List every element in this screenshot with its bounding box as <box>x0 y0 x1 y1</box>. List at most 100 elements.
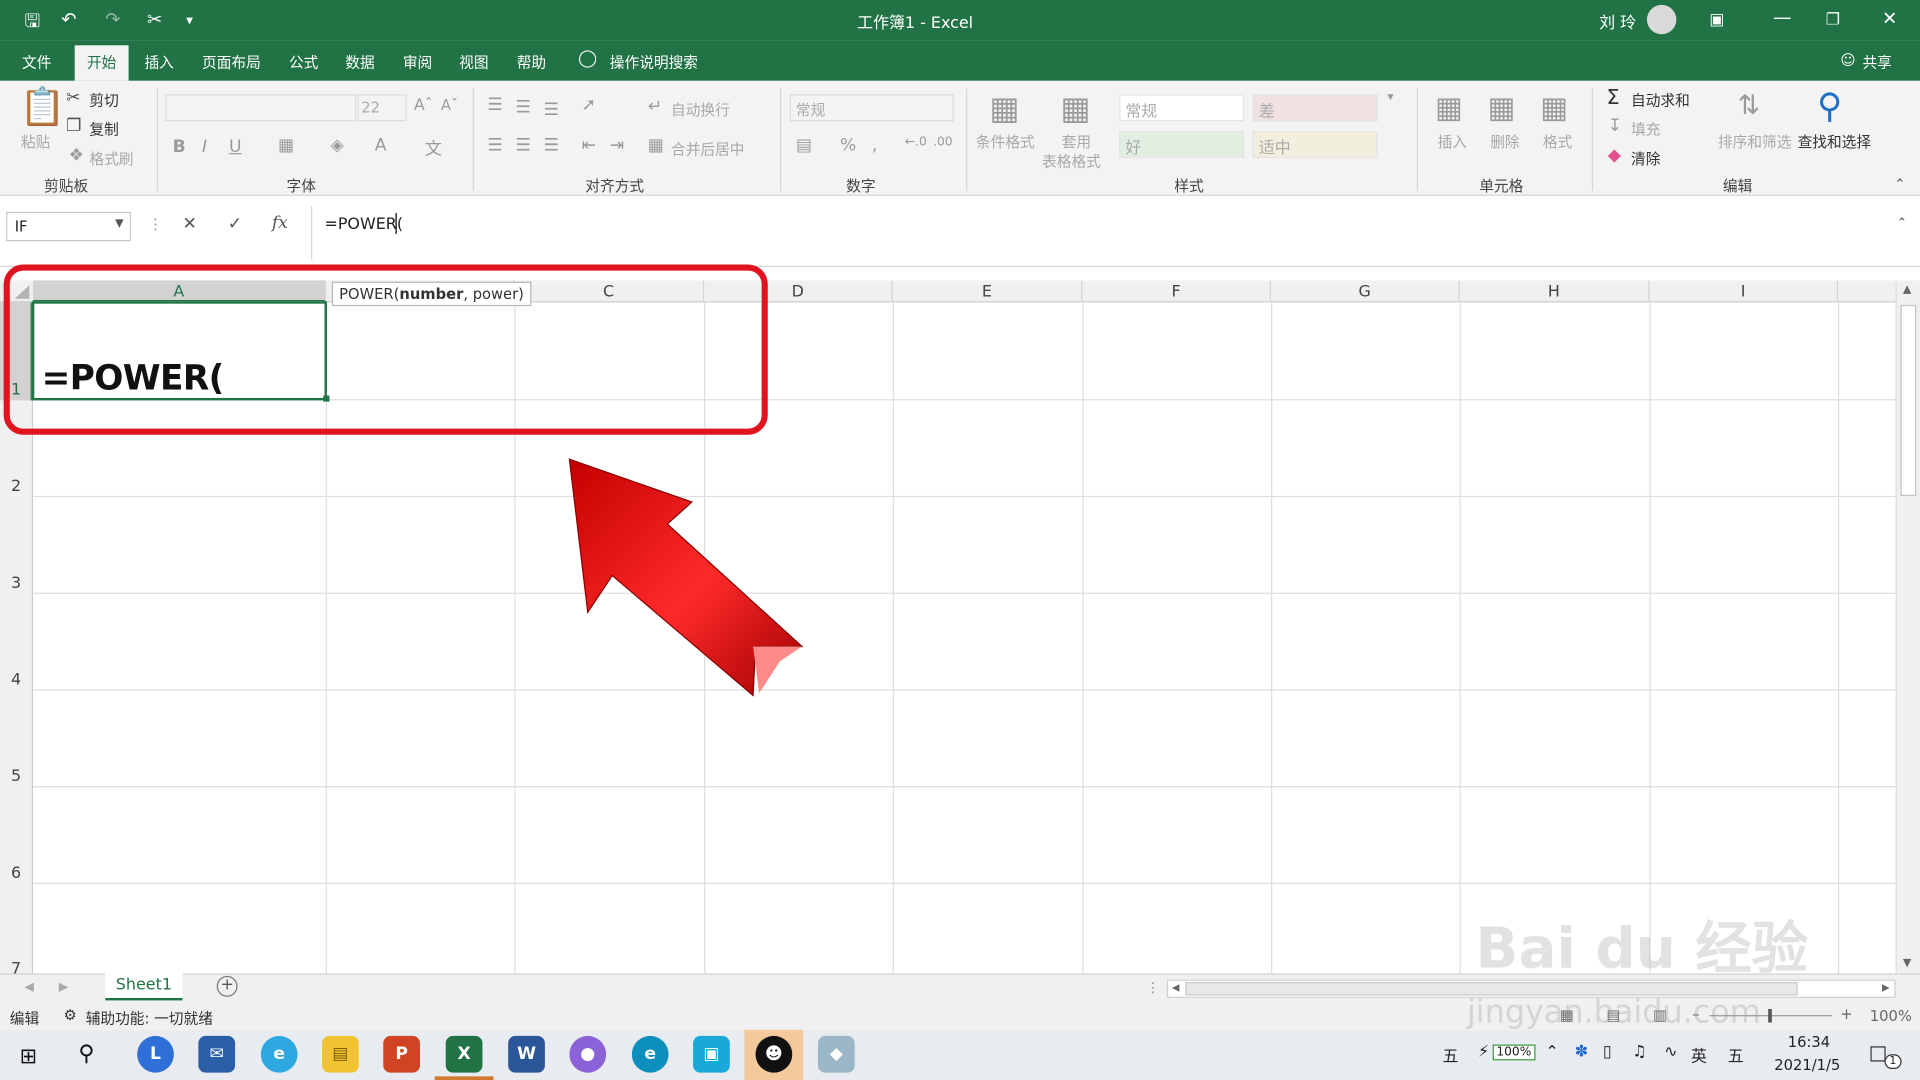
scroll-up-icon[interactable]: ▲ <box>1903 284 1911 296</box>
battery-icon[interactable]: ▯ <box>1603 1043 1612 1061</box>
zoom-level[interactable]: 100% <box>1870 1008 1912 1025</box>
tab-insert[interactable]: 插入 <box>144 51 173 72</box>
paste-icon[interactable]: 📋 <box>20 86 66 129</box>
close-icon[interactable]: ✕ <box>1882 7 1897 29</box>
wrap-text-label[interactable]: 自动换行 <box>671 99 730 120</box>
copy-icon[interactable]: ❐ <box>66 116 81 136</box>
align-right-icon[interactable]: ☰ <box>544 136 559 156</box>
table-format-icon[interactable]: ▦ <box>1060 91 1090 128</box>
font-size-select[interactable]: 22 <box>357 94 407 122</box>
minimize-icon[interactable]: — <box>1773 6 1791 28</box>
undo-icon[interactable]: ↶ <box>61 9 76 31</box>
user-name[interactable]: 刘 玲 <box>1599 10 1636 33</box>
cut-icon[interactable]: ✂ <box>66 88 80 108</box>
add-sheet-icon[interactable]: + <box>216 975 238 997</box>
align-bottom-icon[interactable]: ☰ <box>544 100 559 120</box>
prev-sheet-icon[interactable]: ◀ <box>24 981 33 994</box>
currency-icon[interactable]: ▤ <box>796 136 812 156</box>
eraser-icon[interactable]: ◆ <box>1608 146 1621 166</box>
font-color-icon[interactable]: A <box>375 136 387 156</box>
input-language[interactable]: 英 <box>1691 1043 1707 1066</box>
customize-qa-icon[interactable]: ▾ <box>186 12 193 28</box>
ie-browser-icon[interactable]: e <box>260 1035 298 1073</box>
row-header-3[interactable]: 3 <box>0 574 33 592</box>
scroll-thumb[interactable] <box>1900 304 1917 496</box>
align-middle-icon[interactable]: ☰ <box>516 98 531 118</box>
col-header-h[interactable]: H <box>1460 280 1650 303</box>
increase-decimal-icon[interactable]: ←.0 <box>905 136 927 149</box>
fill-label[interactable]: 填充 <box>1631 119 1660 140</box>
tab-page-layout[interactable]: 页面布局 <box>202 51 261 72</box>
tab-file[interactable]: 文件 <box>22 51 51 72</box>
accessibility-status[interactable]: 辅助功能: 一切就绪 <box>86 1008 213 1029</box>
table-format-label-2[interactable]: 表格格式 <box>1042 151 1101 172</box>
avatar[interactable] <box>1646 4 1677 35</box>
copy-label[interactable]: 复制 <box>89 119 118 140</box>
cancel-icon[interactable]: ✕ <box>182 214 196 234</box>
enter-icon[interactable]: ✓ <box>228 214 242 234</box>
sort-filter-icon[interactable]: ⇅ <box>1738 91 1761 122</box>
collapse-formula-icon[interactable]: ⌃ <box>1897 217 1907 230</box>
style-neutral[interactable]: 适中 <box>1252 131 1378 158</box>
qq-icon[interactable]: ☻ <box>755 1035 793 1073</box>
find-select-label[interactable]: 查找和选择 <box>1798 131 1871 152</box>
bold-button[interactable]: B <box>173 137 186 157</box>
battery-level[interactable]: 100% <box>1492 1044 1536 1061</box>
next-sheet-icon[interactable]: ▶ <box>59 981 68 994</box>
edge-icon[interactable]: e <box>631 1035 669 1073</box>
decrease-indent-icon[interactable]: ⇤ <box>582 136 596 156</box>
share-button[interactable]: 共享 <box>1862 51 1891 72</box>
scroll-down-icon[interactable]: ▼ <box>1903 958 1911 970</box>
volume-icon[interactable]: ♫ <box>1632 1043 1646 1061</box>
ribbon-display-icon[interactable]: ▣ <box>1709 11 1724 29</box>
word-icon[interactable]: W <box>508 1035 545 1073</box>
delete-cells-icon[interactable]: ▦ <box>1488 91 1516 125</box>
format-painter-icon[interactable]: ❖ <box>69 146 84 166</box>
format-painter-label[interactable]: 格式刷 <box>89 148 133 169</box>
file-explorer-icon[interactable]: ▤ <box>322 1035 359 1073</box>
split-handle-icon[interactable]: ⋮ <box>1146 980 1159 996</box>
search-icon[interactable]: ⚲ <box>1817 86 1842 126</box>
col-header-g[interactable]: G <box>1271 280 1460 303</box>
cut-label[interactable]: 剪切 <box>89 89 118 110</box>
autosum-label[interactable]: 自动求和 <box>1631 89 1690 110</box>
align-top-icon[interactable]: ☰ <box>487 96 502 116</box>
save-icon[interactable]: 🖫 <box>24 9 40 40</box>
row-header-6[interactable]: 6 <box>0 864 33 882</box>
col-header-e[interactable]: E <box>893 280 1083 303</box>
tab-help[interactable]: 帮助 <box>517 51 546 72</box>
chevron-up-icon[interactable]: ⌃ <box>1545 1043 1558 1061</box>
ime-mode[interactable]: 五 <box>1728 1043 1744 1066</box>
collapse-ribbon-icon[interactable]: ⌃ <box>1894 176 1905 192</box>
format-cells-icon[interactable]: ▦ <box>1540 91 1568 125</box>
screenshot-app-icon[interactable]: ▣ <box>693 1035 730 1073</box>
underline-button[interactable]: U <box>229 137 242 157</box>
style-bad[interactable]: 差 <box>1252 94 1378 122</box>
shrink-font-icon[interactable]: Aˇ <box>441 97 458 114</box>
sort-filter-label[interactable]: 排序和筛选 <box>1718 131 1791 152</box>
align-left-icon[interactable]: ☰ <box>487 136 502 156</box>
powerpoint-icon[interactable]: P <box>383 1035 421 1073</box>
fill-icon[interactable]: ↧ <box>1608 116 1622 136</box>
number-format-select[interactable]: 常规 <box>789 94 954 122</box>
wrap-text-icon[interactable]: ↵ <box>648 97 662 117</box>
tab-home[interactable]: 开始 <box>74 45 129 81</box>
format-cells-label[interactable]: 格式 <box>1543 131 1572 152</box>
conditional-format-label[interactable]: 条件格式 <box>976 131 1035 152</box>
font-name-select[interactable] <box>165 94 357 122</box>
sheet-tab-sheet1[interactable]: Sheet1 <box>105 973 183 1001</box>
clock-time[interactable]: 16:34 <box>1788 1033 1830 1050</box>
tab-view[interactable]: 视图 <box>459 51 488 72</box>
search-taskbar-icon[interactable]: ⚲ <box>78 1041 94 1067</box>
decrease-decimal-icon[interactable]: .00 <box>933 136 952 149</box>
style-good[interactable]: 好 <box>1119 131 1245 158</box>
col-header-i[interactable]: I <box>1649 280 1838 303</box>
ime-indicator[interactable]: 五 <box>1442 1043 1458 1066</box>
tab-review[interactable]: 审阅 <box>403 51 432 72</box>
restore-icon[interactable]: ❐ <box>1826 11 1840 29</box>
tell-me-search[interactable]: 操作说明搜索 <box>610 51 698 72</box>
styles-more-icon[interactable]: ▾ <box>1387 91 1393 104</box>
scroll-left-icon[interactable]: ◀ <box>1172 982 1180 993</box>
excel-icon[interactable]: X <box>445 1035 483 1073</box>
autosum-icon[interactable]: Σ <box>1607 86 1620 110</box>
